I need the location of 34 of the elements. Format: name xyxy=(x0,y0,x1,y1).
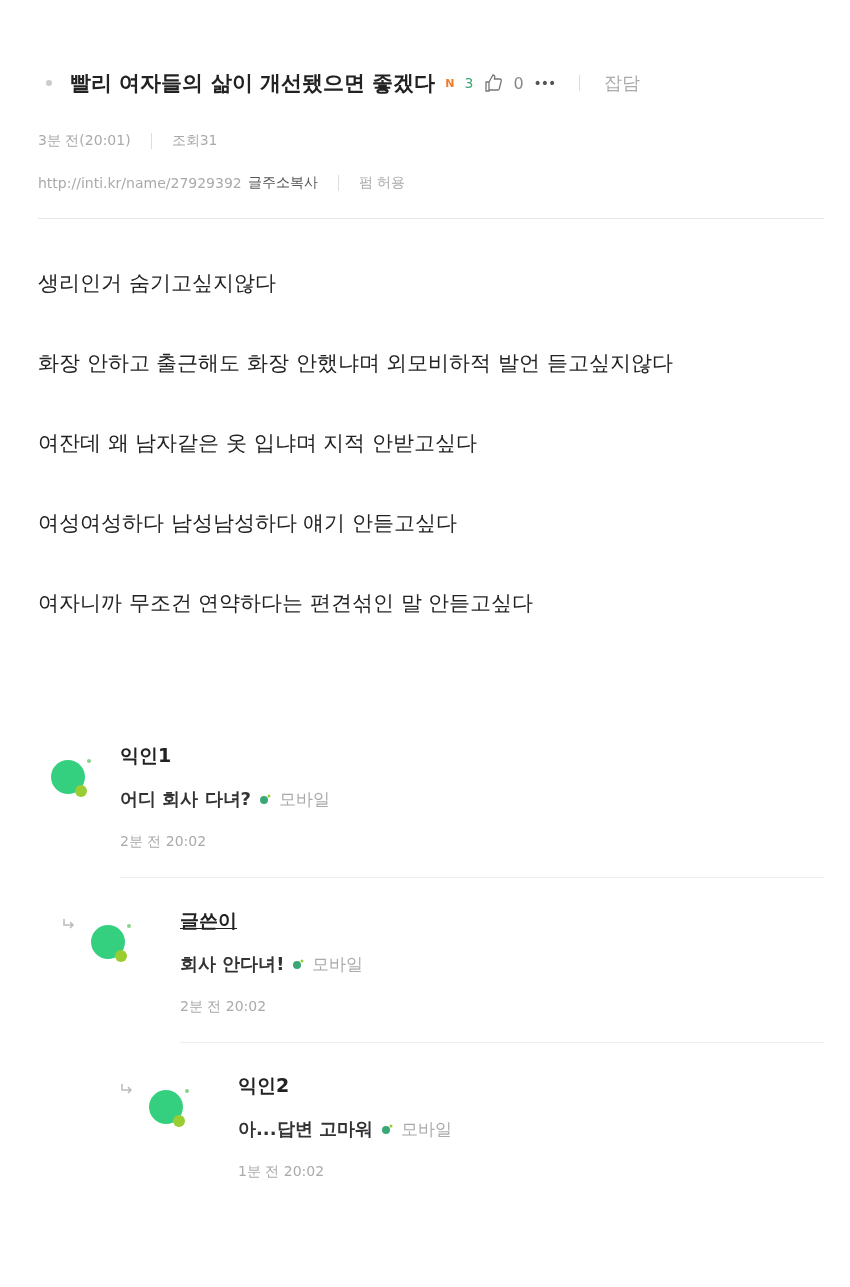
comment-text: 아...답변 고마워 xyxy=(238,1117,373,1141)
post-text: 여자니까 무조건 연약하다는 편견섞인 말 안듣고싶다 xyxy=(38,590,535,617)
comment-text: 어디 회사 다녀? xyxy=(120,787,251,811)
thumbs-up-icon[interactable] xyxy=(483,73,504,93)
comment-time: 2분 전 20:02 xyxy=(180,998,268,1016)
comment-text: 회사 안다녀! xyxy=(180,952,285,976)
post-time: 3분 전(20:01) xyxy=(38,132,131,150)
comment-count: 3 xyxy=(464,75,474,91)
comment-author[interactable]: 익인2 xyxy=(238,1073,290,1099)
category-label: 잡담 xyxy=(604,71,641,95)
post-text: 여성여성하다 남성남성하다 얘기 안듣고싶다 xyxy=(38,510,459,537)
post-text: 여잔데 왜 남자같은 옷 입냐며 지적 안받고싶다 xyxy=(38,430,479,457)
mobile-dot-icon xyxy=(380,1124,393,1134)
view-count: 조회31 xyxy=(171,132,218,150)
mobile-dot-icon xyxy=(292,959,305,969)
post-title: 빨리 여자들의 삶이 개선됐으면 좋겠다 xyxy=(70,70,436,97)
comment-time: 2분 전 20:02 xyxy=(120,833,208,851)
reply-arrow-icon xyxy=(120,1083,134,1095)
share-permission: 펌 허용 xyxy=(358,174,406,192)
comment-author[interactable]: 글쓴이 xyxy=(180,908,237,934)
copy-link[interactable]: 글주소복사 xyxy=(247,174,318,192)
post-url: http://inti.kr/name/27929392 xyxy=(38,175,242,191)
device-label: 모바일 xyxy=(400,1117,452,1141)
device-label: 모바일 xyxy=(279,787,330,811)
comment-author[interactable]: 익인1 xyxy=(120,743,172,769)
post-text: 화장 안하고 출근해도 화장 안했냐며 외모비하적 발언 듣고싶지않다 xyxy=(38,350,674,377)
mobile-dot-icon xyxy=(259,794,271,804)
new-label: N xyxy=(445,76,455,90)
like-count: 0 xyxy=(513,73,524,93)
device-label: 모바일 xyxy=(312,952,364,976)
comment-time: 1분 전 20:02 xyxy=(238,1163,326,1181)
post-text: 생리인거 숨기고싶지않다 xyxy=(38,270,277,297)
reply-arrow-icon xyxy=(62,918,76,930)
more-button[interactable]: ••• xyxy=(533,75,556,91)
